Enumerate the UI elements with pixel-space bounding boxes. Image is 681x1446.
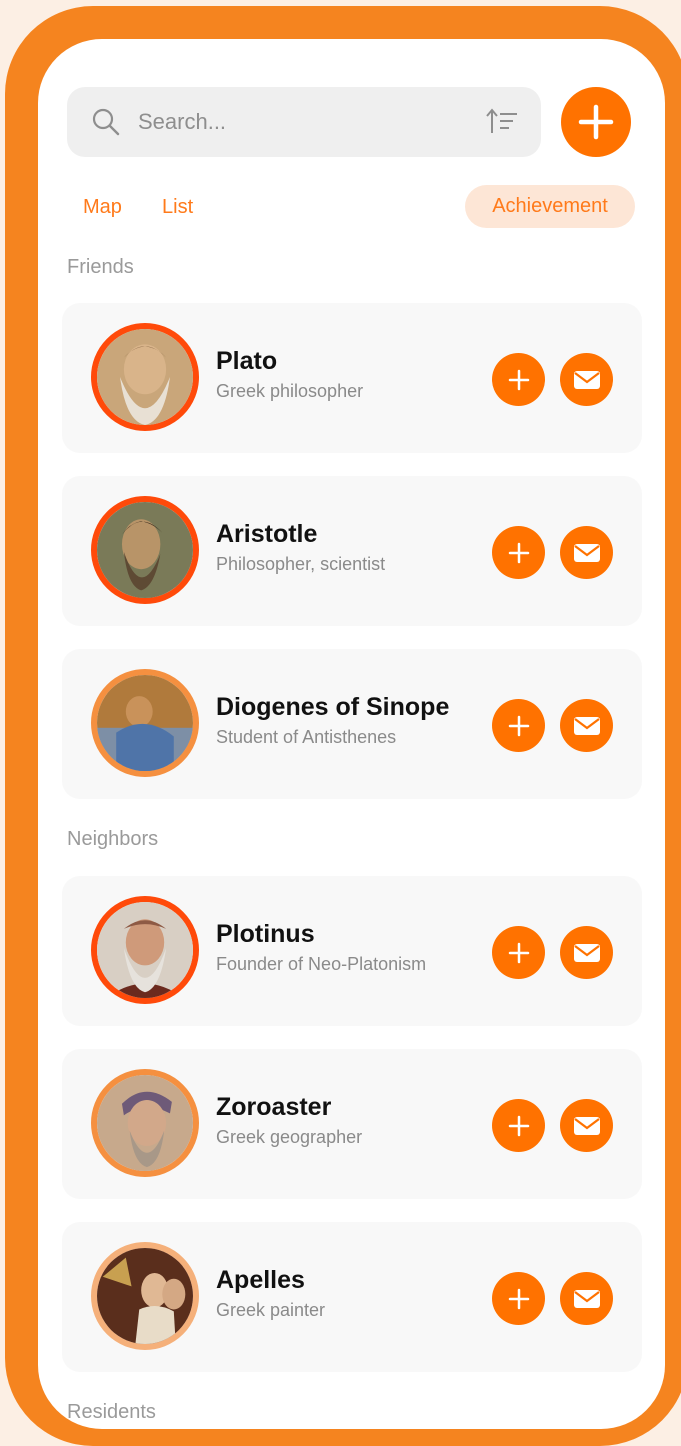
device-frame: Search... Map List Achievement Friends P… — [5, 6, 681, 1446]
search-bar[interactable]: Search... — [67, 87, 541, 157]
mail-icon — [573, 1289, 600, 1308]
avatar — [91, 496, 199, 604]
add-friend-button[interactable] — [492, 1272, 545, 1325]
person-name: Aristotle — [216, 520, 318, 548]
person-card-plotinus[interactable]: Plotinus Founder of Neo-Platonism — [62, 876, 642, 1026]
person-name: Diogenes of Sinope — [216, 693, 450, 721]
person-card-aristotle[interactable]: Aristotle Philosopher, scientist — [62, 476, 642, 626]
sort-icon[interactable] — [485, 107, 519, 142]
add-button[interactable] — [561, 87, 631, 157]
mail-icon — [573, 543, 600, 562]
message-button[interactable] — [560, 926, 613, 979]
person-description: Greek geographer — [216, 1127, 363, 1147]
tab-achievement[interactable]: Achievement — [465, 185, 635, 228]
avatar — [91, 669, 199, 777]
plus-icon — [508, 1115, 529, 1136]
mail-icon — [573, 1116, 600, 1135]
message-button[interactable] — [560, 526, 613, 579]
person-card-zoroaster[interactable]: Zoroaster Greek geographer — [62, 1049, 642, 1199]
plus-icon — [508, 715, 529, 736]
message-button[interactable] — [560, 353, 613, 406]
plus-icon — [508, 1288, 529, 1309]
mail-icon — [573, 716, 600, 735]
person-card-plato[interactable]: Plato Greek philosopher — [62, 303, 642, 453]
add-friend-button[interactable] — [492, 353, 545, 406]
search-icon — [91, 107, 121, 142]
add-friend-button[interactable] — [492, 926, 545, 979]
search-input[interactable]: Search... — [138, 109, 226, 135]
avatar — [91, 896, 199, 1004]
person-name: Plotinus — [216, 920, 315, 948]
message-button[interactable] — [560, 699, 613, 752]
person-description: Greek philosopher — [216, 381, 364, 401]
person-name: Zoroaster — [216, 1093, 332, 1121]
tab-map[interactable]: Map — [83, 196, 122, 219]
plus-icon — [508, 942, 529, 963]
person-description: Greek painter — [216, 1300, 326, 1320]
person-description: Philosopher, scientist — [216, 554, 386, 574]
person-description: Student of Antisthenes — [216, 727, 397, 747]
mail-icon — [573, 943, 600, 962]
person-name: Apelles — [216, 1266, 305, 1294]
mail-icon — [573, 370, 600, 389]
add-friend-button[interactable] — [492, 1099, 545, 1152]
avatar — [91, 1069, 199, 1177]
avatar — [91, 323, 199, 431]
app-screen: Search... Map List Achievement Friends P… — [38, 39, 665, 1429]
avatar — [91, 1242, 199, 1350]
section-title-friends: Friends — [67, 256, 134, 278]
person-card-diogenes[interactable]: Diogenes of Sinope Student of Antisthene… — [62, 649, 642, 799]
person-name: Plato — [216, 347, 278, 375]
plus-icon — [508, 369, 529, 390]
section-title-residents: Residents — [67, 1401, 156, 1423]
person-description: Founder of Neo-Platonism — [216, 954, 427, 974]
add-friend-button[interactable] — [492, 526, 545, 579]
tab-list[interactable]: List — [162, 196, 193, 219]
message-button[interactable] — [560, 1272, 613, 1325]
person-card-apelles[interactable]: Apelles Greek painter — [62, 1222, 642, 1372]
add-friend-button[interactable] — [492, 699, 545, 752]
section-title-neighbors: Neighbors — [67, 828, 159, 850]
plus-icon — [578, 104, 614, 140]
plus-icon — [508, 542, 529, 563]
message-button[interactable] — [560, 1099, 613, 1152]
